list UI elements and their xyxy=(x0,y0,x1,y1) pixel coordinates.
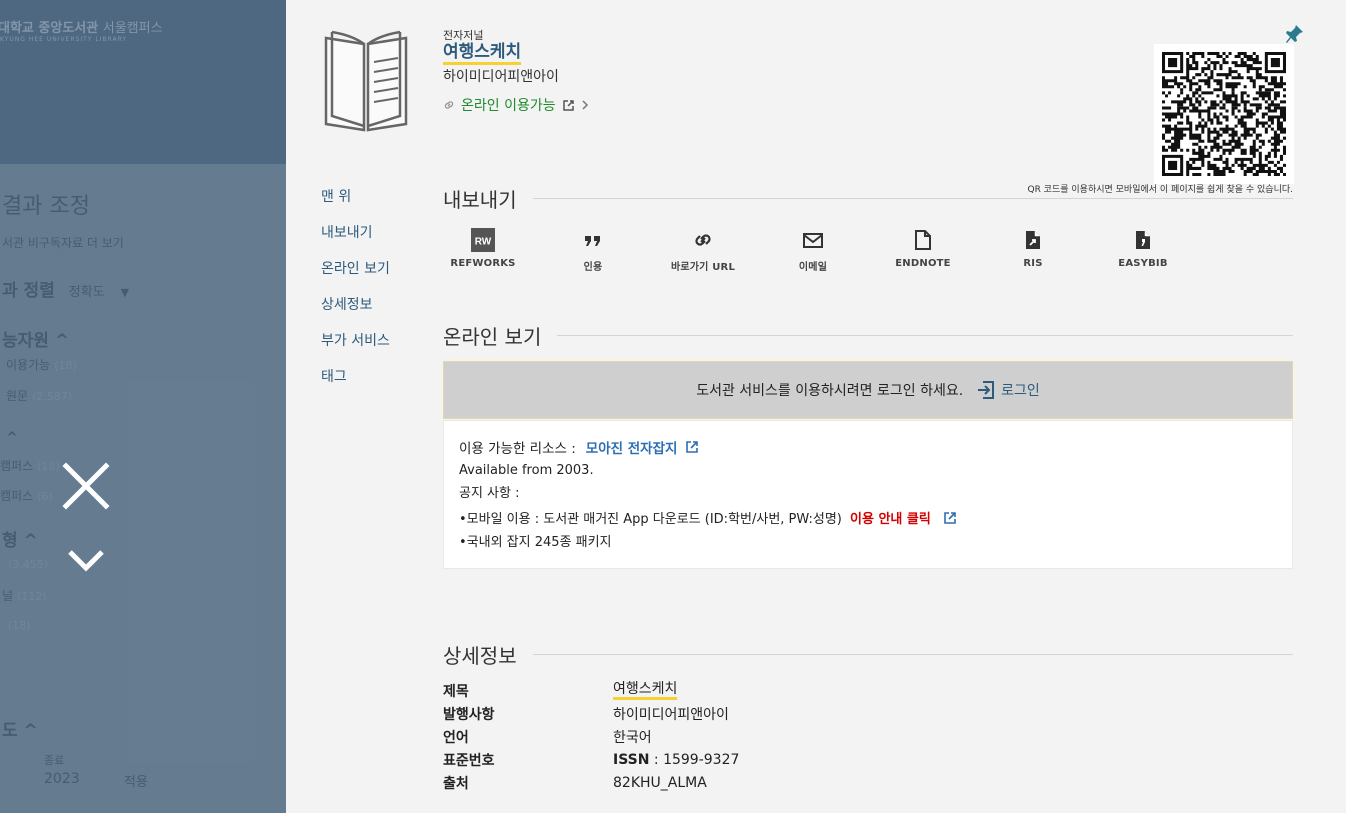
chain-link-icon xyxy=(444,101,454,109)
export-refworks-button[interactable]: RW REFWORKS xyxy=(428,228,538,273)
record-detail-panel: 전자저널 여행스케치 하이미디어피앤아이 온라인 이용가능 QR 코드를 이용하… xyxy=(286,0,1346,813)
detail-row-source: 출처 82KHU_ALMA xyxy=(443,771,739,794)
chevron-down-icon[interactable] xyxy=(66,546,106,576)
background-results-panel: 대학교 중앙도서관 서울캠퍼스 KYUNG HEE UNIVERSITY LIB… xyxy=(0,0,286,813)
issn-prefix: ISSN xyxy=(613,751,650,768)
online-availability-link[interactable]: 온라인 이용가능 xyxy=(443,95,589,115)
nav-top[interactable]: 맨 위 xyxy=(321,187,390,223)
detail-row-publisher: 발행사항 하이미디어피앤아이 xyxy=(443,702,739,725)
detail-value: 여행스케치 xyxy=(613,681,678,700)
qr-modules xyxy=(1162,52,1286,176)
notice-package: •국내외 잡지 245종 패키지 xyxy=(459,535,612,550)
export-easybib-label: EASYBIB xyxy=(1118,258,1168,269)
external-link-icon xyxy=(562,99,574,111)
notice-label: 공지 사항 : xyxy=(459,486,520,501)
detail-value: ISSN : 1599-9327 xyxy=(613,752,739,768)
section-divider xyxy=(532,654,1293,655)
detail-row-title: 제목 여행스케치 xyxy=(443,679,739,702)
export-endnote-button[interactable]: ENDNOTE xyxy=(868,228,978,273)
export-email-label: 이메일 xyxy=(798,262,828,273)
export-easybib-button[interactable]: EASYBIB xyxy=(1088,228,1198,273)
resource-card: 이용 가능한 리소스 : 모아진 전자잡지 Available from 200… xyxy=(443,420,1293,569)
notice-mobile-text: •모바일 이용 : 도서관 매거진 App 다운로드 (ID:학번/사번, PW… xyxy=(459,512,842,527)
export-citation-button[interactable]: 인용 xyxy=(538,228,648,273)
section-details-label: 상세정보 xyxy=(443,644,517,668)
section-divider xyxy=(557,335,1293,336)
detail-value: 하이미디어피앤아이 xyxy=(613,706,729,723)
section-export-title: 내보내기 xyxy=(443,184,1293,213)
login-label: 로그인 xyxy=(1001,383,1040,399)
easybib-icon xyxy=(1136,231,1150,249)
record-type: 전자저널 xyxy=(443,29,484,42)
detail-value: 한국어 xyxy=(613,729,652,746)
sign-in-icon xyxy=(978,381,995,399)
pin-icon[interactable] xyxy=(1286,24,1304,44)
section-export-label: 내보내기 xyxy=(443,188,517,212)
record-side-nav: 맨 위 내보내기 온라인 보기 상세정보 부가 서비스 태그 xyxy=(321,187,390,403)
export-permalink-button[interactable]: 바로가기 URL xyxy=(648,228,758,273)
notice-mobile: •모바일 이용 : 도서관 매거진 App 다운로드 (ID:학번/사번, PW… xyxy=(459,508,1277,527)
export-ris-button[interactable]: RIS xyxy=(978,228,1088,273)
resource-row: 이용 가능한 리소스 : 모아진 전자잡지 xyxy=(459,437,1277,457)
detail-key: 언어 xyxy=(443,729,469,746)
resource-link[interactable]: 모아진 전자잡지 xyxy=(586,437,700,457)
details-table: 제목 여행스케치 발행사항 하이미디어피앤아이 언어 한국어 표준번호 ISSN… xyxy=(443,679,739,794)
external-link-icon xyxy=(686,441,699,453)
section-online-title: 온라인 보기 xyxy=(443,321,1293,350)
nav-online-view[interactable]: 온라인 보기 xyxy=(321,259,390,295)
open-book-icon xyxy=(324,30,408,132)
resource-label: 이용 가능한 리소스 : xyxy=(459,441,576,457)
link-icon xyxy=(695,234,711,246)
login-prompt-bar: 도서관 서비스를 이용하시려면 로그인 하세요. 로그인 xyxy=(443,361,1293,419)
detail-value: 82KHU_ALMA xyxy=(613,774,707,791)
section-divider xyxy=(532,198,1293,199)
available-from: Available from 2003. xyxy=(459,463,594,478)
resource-link-label: 모아진 전자잡지 xyxy=(585,441,678,457)
chevron-right-icon xyxy=(582,100,588,110)
nav-services[interactable]: 부가 서비스 xyxy=(321,331,390,367)
quote-icon xyxy=(585,236,600,246)
detail-key: 발행사항 xyxy=(443,706,495,723)
issn-value: : 1599-9327 xyxy=(649,751,740,768)
nav-tags[interactable]: 태그 xyxy=(321,367,390,403)
external-link-icon[interactable] xyxy=(943,511,957,525)
ris-icon xyxy=(1026,231,1040,249)
email-icon xyxy=(803,233,823,248)
section-online-label: 온라인 보기 xyxy=(443,325,542,349)
login-button[interactable]: 로그인 xyxy=(977,380,1040,400)
export-email-button[interactable]: 이메일 xyxy=(758,228,868,273)
svg-text:RW: RW xyxy=(475,237,492,248)
export-ris-label: RIS xyxy=(1023,258,1043,269)
export-permalink-label: 바로가기 URL xyxy=(670,262,736,273)
export-refworks-label: REFWORKS xyxy=(450,258,516,269)
online-availability-label: 온라인 이용가능 xyxy=(461,98,556,114)
detail-key: 제목 xyxy=(443,683,469,700)
export-citation-label: 인용 xyxy=(583,262,603,273)
export-tools: RW REFWORKS 인용 바로가기 URL 이메일 ENDNOTE RIS … xyxy=(450,228,1253,273)
dim-overlay xyxy=(0,0,286,813)
record-title[interactable]: 여행스케치 xyxy=(443,42,522,65)
detail-key: 표준번호 xyxy=(443,752,495,769)
nav-details[interactable]: 상세정보 xyxy=(321,295,390,331)
export-endnote-label: ENDNOTE xyxy=(895,258,951,269)
close-icon[interactable] xyxy=(60,460,112,512)
refworks-icon: RW xyxy=(471,228,495,252)
login-message: 도서관 서비스를 이용하시려면 로그인 하세요. xyxy=(696,383,964,399)
record-publisher: 하이미디어피앤아이 xyxy=(443,69,559,85)
detail-row-identifier: 표준번호 ISSN : 1599-9327 xyxy=(443,748,739,771)
endnote-icon xyxy=(915,230,931,250)
detail-key: 출처 xyxy=(443,775,469,792)
nav-export[interactable]: 내보내기 xyxy=(321,223,390,259)
detail-row-language: 언어 한국어 xyxy=(443,725,739,748)
usage-guide-link[interactable]: 이용 안내 클릭 xyxy=(850,512,931,527)
qr-code xyxy=(1154,44,1294,184)
section-details-title: 상세정보 xyxy=(443,640,1293,669)
